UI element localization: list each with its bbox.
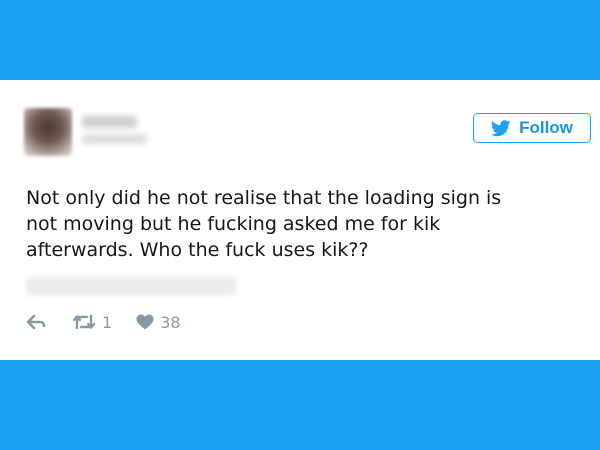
reply-button[interactable]: [26, 314, 46, 330]
reply-icon: [26, 314, 46, 330]
tweet-timestamp[interactable]: [26, 277, 236, 295]
like-button[interactable]: 38: [136, 312, 181, 332]
tweet-actions: 1 38: [26, 310, 181, 334]
retweet-button[interactable]: 1: [72, 313, 112, 332]
retweet-icon: [72, 314, 96, 330]
follow-button[interactable]: Follow: [473, 113, 591, 143]
heart-icon: [136, 314, 154, 330]
top-background-band: [0, 0, 600, 80]
author-handle[interactable]: [82, 134, 147, 144]
avatar[interactable]: [24, 108, 72, 156]
bird-icon: [491, 119, 511, 136]
follow-label: Follow: [519, 118, 573, 137]
bottom-background-band: [0, 360, 600, 450]
tweet-card: Follow Not only did he not realise that …: [0, 80, 600, 360]
retweet-count: 1: [102, 312, 113, 332]
tweet-text: Not only did he not realise that the loa…: [26, 187, 502, 261]
like-count: 38: [160, 312, 181, 332]
author-name[interactable]: [82, 116, 137, 128]
